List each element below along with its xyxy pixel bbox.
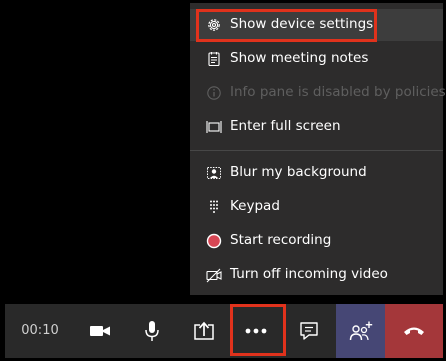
menu-item-label: Keypad bbox=[230, 198, 280, 214]
participants-button[interactable] bbox=[336, 304, 385, 358]
camera-icon bbox=[89, 323, 111, 339]
notes-icon bbox=[206, 51, 222, 67]
camera-button[interactable] bbox=[77, 304, 123, 358]
chat-icon bbox=[299, 321, 319, 341]
microphone-button[interactable] bbox=[129, 304, 175, 358]
microphone-icon bbox=[143, 320, 161, 342]
menu-item-label: Start recording bbox=[230, 232, 332, 248]
menu-item-info-pane-disabled: Info pane is disabled by policies bbox=[190, 77, 446, 109]
menu-item-turn-off-incoming-video[interactable]: Turn off incoming video bbox=[190, 259, 443, 291]
menu-item-label: Info pane is disabled by policies bbox=[230, 84, 446, 100]
menu-item-label: Enter full screen bbox=[230, 118, 341, 134]
more-actions-menu: Show device settings Show meeting notes … bbox=[190, 3, 446, 295]
menu-item-label: Blur my background bbox=[230, 164, 367, 180]
record-icon bbox=[206, 233, 222, 249]
menu-item-label: Turn off incoming video bbox=[230, 266, 388, 282]
blur-background-icon bbox=[206, 165, 222, 181]
call-timer: 00:10 bbox=[21, 323, 59, 338]
menu-separator bbox=[190, 150, 443, 151]
share-screen-button[interactable] bbox=[181, 304, 227, 358]
menu-item-label: Show meeting notes bbox=[230, 50, 369, 66]
menu-item-start-recording[interactable]: Start recording bbox=[190, 225, 443, 257]
highlight-box-device-settings bbox=[196, 9, 377, 42]
people-add-icon bbox=[349, 320, 373, 342]
menu-item-keypad[interactable]: Keypad bbox=[190, 191, 443, 223]
menu-item-show-meeting-notes[interactable]: Show meeting notes bbox=[190, 43, 443, 75]
highlight-box-more-actions bbox=[230, 304, 286, 356]
info-icon bbox=[206, 85, 222, 101]
hang-up-button[interactable] bbox=[385, 304, 443, 358]
fullscreen-icon bbox=[206, 119, 222, 135]
video-off-icon bbox=[206, 267, 222, 283]
chat-button[interactable] bbox=[286, 304, 332, 358]
menu-item-enter-full-screen[interactable]: Enter full screen bbox=[190, 111, 443, 143]
call-toolbar: 00:10 bbox=[5, 304, 443, 358]
share-icon bbox=[193, 321, 215, 341]
menu-item-blur-background[interactable]: Blur my background bbox=[190, 157, 443, 189]
phone-hangup-icon bbox=[402, 325, 426, 337]
keypad-icon bbox=[206, 199, 222, 215]
